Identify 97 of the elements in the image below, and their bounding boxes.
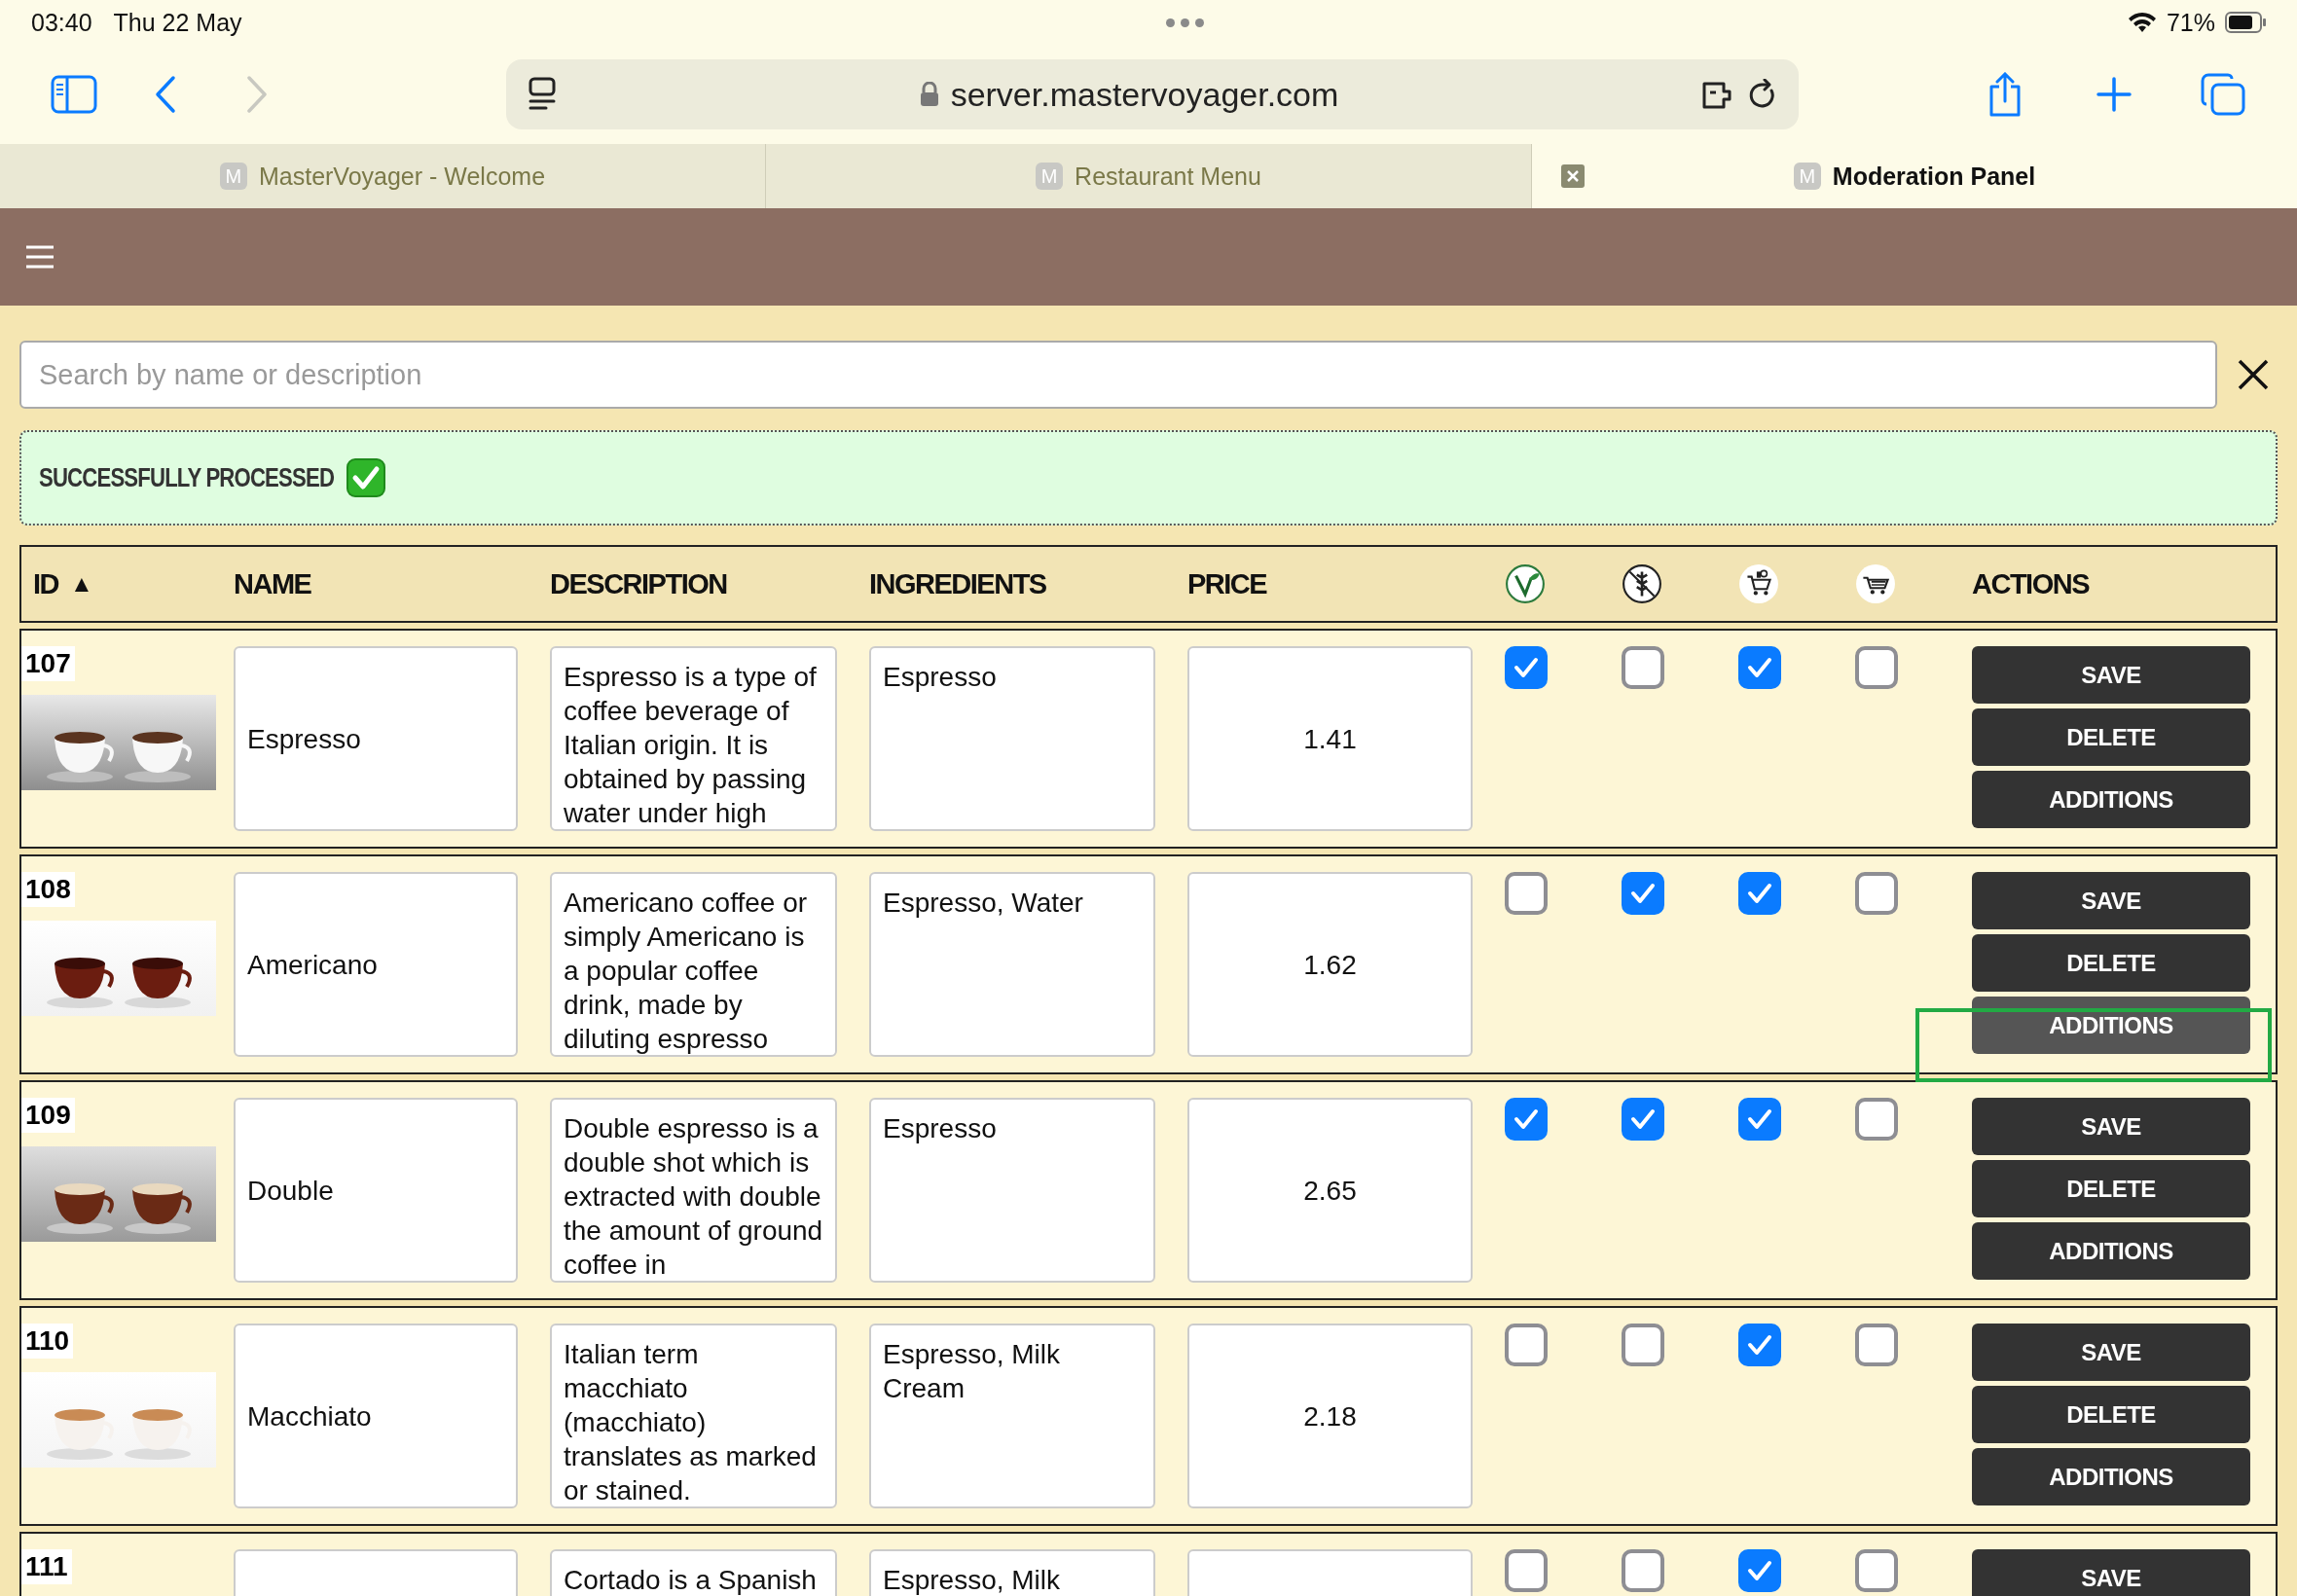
checkbox[interactable] [1505, 1098, 1548, 1141]
checkbox[interactable] [1622, 646, 1664, 689]
ingredients-field[interactable]: Espresso, Milk Cream [869, 1324, 1155, 1508]
checkbox[interactable] [1505, 872, 1548, 915]
shopping-basket-icon [1738, 563, 1779, 604]
checkmark-icon [1747, 883, 1772, 904]
notice-text: SUCCESSFULLY PROCESSED [39, 462, 335, 493]
favicon: M [1793, 163, 1821, 190]
battery-level: 71% [2166, 8, 2215, 37]
additions-button[interactable]: ADDITIONS [1972, 771, 2250, 828]
reload-icon[interactable] [1748, 79, 1777, 110]
ingredients-field[interactable]: Espresso, Water [869, 872, 1155, 1057]
item-id: 111 [21, 1549, 72, 1584]
checkbox[interactable] [1855, 646, 1898, 689]
checkbox[interactable] [1622, 1324, 1664, 1366]
price-field[interactable]: 2.18 [1187, 1324, 1473, 1508]
item-id: 107 [21, 646, 75, 681]
checkbox[interactable] [1505, 646, 1548, 689]
ingredients-field[interactable]: Espresso [869, 646, 1155, 831]
description-field[interactable]: Espresso is a type of coffee beverage of Italian origin. It is obtained by passing water under high [550, 646, 837, 831]
checkmark-icon [1747, 1560, 1772, 1581]
price-field[interactable]: 2.65 [1187, 1098, 1473, 1283]
checkbox[interactable] [1505, 1324, 1548, 1366]
lock-icon [919, 82, 939, 107]
item-id: 108 [21, 872, 75, 907]
delete-button[interactable]: DELETE [1972, 1386, 2250, 1443]
checkbox[interactable] [1738, 1098, 1781, 1141]
status-date: Thu 22 May [113, 8, 242, 37]
additions-button[interactable]: ADDITIONS [1972, 1222, 2250, 1280]
status-time: 03:40 [31, 8, 92, 37]
checkmark-icon [1513, 1108, 1539, 1130]
description-field[interactable]: Italian term macchiato (macchiato) translates as marked or stained. [550, 1324, 837, 1508]
browser-tab[interactable]: M MasterVoyager - Welcome [0, 144, 766, 208]
save-button[interactable]: SAVE [1972, 1324, 2250, 1381]
save-button[interactable]: SAVE [1972, 872, 2250, 929]
additions-button[interactable]: ADDITIONS [1972, 997, 2250, 1054]
menu-icon[interactable] [25, 244, 55, 270]
wheat-crossed-icon [1622, 563, 1662, 604]
reader-icon[interactable] [528, 77, 557, 112]
checkbox[interactable] [1738, 646, 1781, 689]
checkbox[interactable] [1738, 1549, 1781, 1592]
delete-button[interactable]: DELETE [1972, 934, 2250, 992]
save-button[interactable]: SAVE [1972, 1549, 2250, 1596]
checkmark-icon [1630, 1108, 1656, 1130]
close-icon[interactable] [2237, 358, 2270, 391]
browser-tab[interactable]: M Restaurant Menu [766, 144, 1532, 208]
price-field[interactable]: 1.41 [1187, 646, 1473, 831]
checkbox[interactable] [1855, 1549, 1898, 1592]
column-header: DESCRIPTION [550, 567, 727, 600]
shopping-cart-icon [1855, 563, 1896, 604]
checkbox[interactable] [1855, 872, 1898, 915]
name-field[interactable]: Double [234, 1098, 518, 1283]
ingredients-field[interactable]: Espresso, Milk [869, 1549, 1155, 1596]
checkbox[interactable] [1738, 872, 1781, 915]
checkmark-icon [1630, 883, 1656, 904]
item-id: 110 [21, 1324, 74, 1359]
description-field[interactable]: Cortado is a Spanish [550, 1549, 837, 1596]
sort-indicator[interactable]: ▲ [70, 570, 92, 598]
checkmark-icon [1747, 1334, 1772, 1356]
wifi-icon [2127, 12, 2157, 33]
checkbox[interactable] [1622, 872, 1664, 915]
column-header: NAME [234, 567, 311, 600]
checkbox[interactable] [1622, 1098, 1664, 1141]
ingredients-field[interactable]: Espresso [869, 1098, 1155, 1283]
checkmark-icon [1513, 657, 1539, 678]
multitask-icon[interactable] [1165, 18, 1204, 27]
battery-icon [2225, 12, 2266, 33]
favicon: M [219, 163, 247, 190]
checkbox[interactable] [1855, 1098, 1898, 1141]
save-button[interactable]: SAVE [1972, 646, 2250, 704]
search-field[interactable]: Search by name or description [19, 341, 2217, 409]
description-field[interactable]: Americano coffee or simply Americano is a popular coffee drink, made by diluting espresso [550, 872, 837, 1057]
description-field[interactable]: Double espresso is a double shot which is extracted with double the amount of ground coffee in [550, 1098, 837, 1283]
price-field[interactable]: 1.62 [1187, 872, 1473, 1057]
name-field[interactable]: Macchiato [234, 1324, 518, 1508]
checkbox[interactable] [1738, 1324, 1781, 1366]
delete-button[interactable]: DELETE [1972, 1160, 2250, 1217]
favicon: M [1036, 163, 1064, 190]
column-header: ACTIONS [1972, 567, 2089, 600]
save-button[interactable]: SAVE [1972, 1098, 2250, 1155]
column-header: PRICE [1187, 567, 1267, 600]
checkbox[interactable] [1622, 1549, 1664, 1592]
item-id: 109 [21, 1098, 75, 1133]
name-field[interactable]: Americano [234, 872, 518, 1057]
checkbox[interactable] [1855, 1324, 1898, 1366]
column-header: INGREDIENTS [869, 567, 1046, 600]
additions-button[interactable]: ADDITIONS [1972, 1448, 2250, 1505]
vegan-leaf-icon [1505, 563, 1546, 604]
address-bar[interactable]: server.mastervoyager.com [506, 59, 1799, 129]
checkbox[interactable] [1505, 1549, 1548, 1592]
delete-button[interactable]: DELETE [1972, 708, 2250, 766]
checkmark-icon [1747, 1108, 1772, 1130]
checkmark-icon [1747, 657, 1772, 678]
url-text: server.mastervoyager.com [950, 75, 1339, 114]
column-header: ID [33, 567, 58, 600]
name-field[interactable]: Espresso [234, 646, 518, 831]
check-icon [346, 458, 385, 497]
